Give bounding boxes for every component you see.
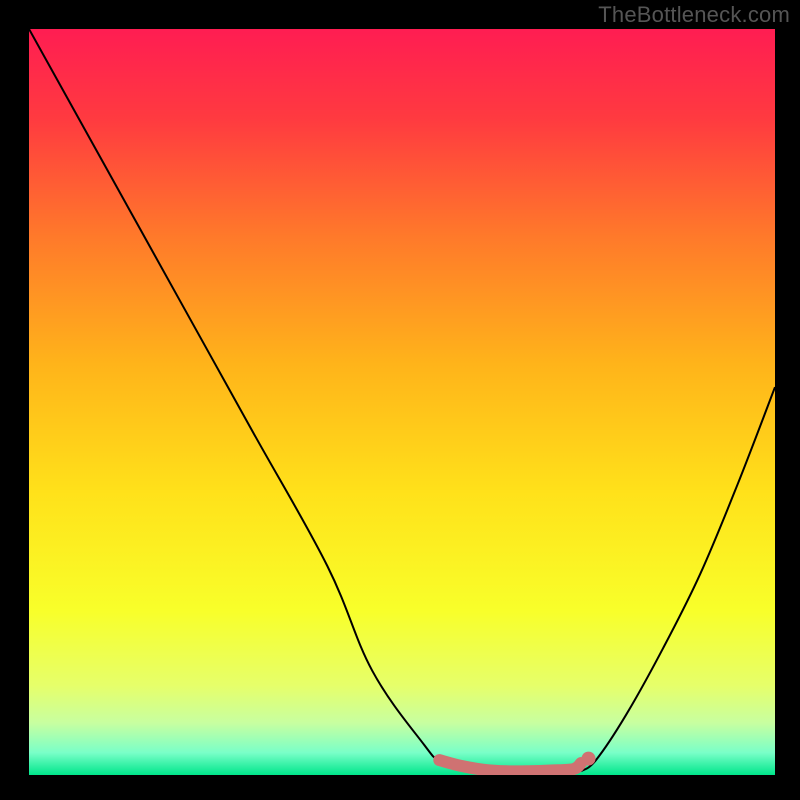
plot-area [29,29,775,775]
valley-dot [582,752,596,766]
chart-frame: TheBottleneck.com [0,0,800,800]
gradient-background [29,29,775,775]
watermark-text: TheBottleneck.com [598,2,790,28]
chart-svg [29,29,775,775]
